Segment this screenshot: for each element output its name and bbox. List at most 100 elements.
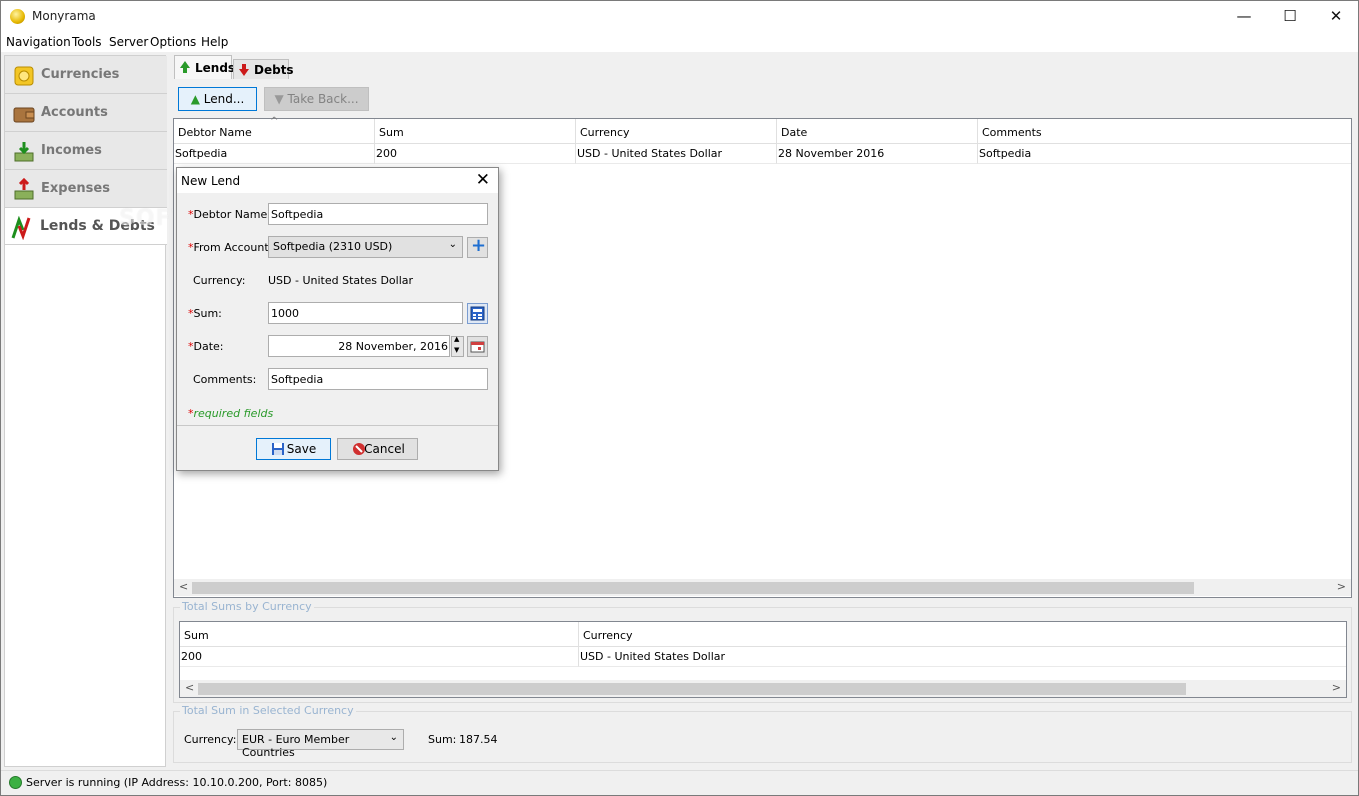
column-header-currency[interactable]: Currency <box>576 119 777 144</box>
date-label: *Date: <box>188 340 224 353</box>
app-coin-icon <box>10 9 25 24</box>
nav-item-incomes[interactable]: Incomes <box>5 132 167 170</box>
app-window: Monyrama — ☐ ✕ Navigation Tools Server O… <box>0 0 1359 796</box>
from-account-label: *From Account: <box>188 241 272 254</box>
debt-arrow-icon <box>239 64 249 76</box>
column-header-sum[interactable]: Sum <box>180 622 579 647</box>
calculator-icon <box>470 306 485 321</box>
expenses-icon <box>14 178 34 200</box>
navigation-sidebar: Currencies Accounts Incomes Expenses Len… <box>4 55 167 767</box>
incomes-icon <box>14 142 34 162</box>
total-selected-currency-group: Total Sum in Selected Currency Currency:… <box>173 704 1352 763</box>
currency-label: Currency: <box>193 274 246 287</box>
column-header-date[interactable]: Date <box>777 119 978 144</box>
menu-navigation[interactable]: Navigation <box>6 35 71 49</box>
table-cell: USD - United States Dollar <box>576 144 777 164</box>
tab-debts[interactable]: Debts <box>233 59 294 79</box>
tab-lends[interactable]: Lends <box>174 55 236 79</box>
sort-ascending-icon: ^ <box>270 116 279 127</box>
nav-label: Currencies <box>41 67 120 82</box>
table-cell: 200 <box>180 647 579 667</box>
lend-button-label: Lend... <box>203 92 245 106</box>
scroll-right-icon[interactable]: > <box>1332 681 1341 694</box>
spin-up-icon[interactable]: ▲ <box>454 335 459 343</box>
lend-button[interactable]: ▲ Lend... <box>178 87 257 111</box>
lend-arrow-icon <box>180 61 190 73</box>
lend-arrow-icon: ▲ <box>190 92 200 106</box>
maximize-button[interactable]: ☐ <box>1267 1 1313 32</box>
group-title: Total Sums by Currency <box>180 600 314 613</box>
dialog-separator <box>177 425 498 426</box>
calculator-button[interactable] <box>467 303 488 324</box>
sum-input[interactable]: 1000 <box>268 302 463 324</box>
floppy-disk-icon <box>272 443 284 455</box>
date-spinner[interactable]: ▲ ▼ <box>451 335 464 357</box>
menu-options[interactable]: Options <box>150 35 196 49</box>
horizontal-scrollbar[interactable]: < > <box>180 680 1346 697</box>
currencies-icon <box>14 66 34 86</box>
date-picker-button[interactable] <box>467 336 488 357</box>
nav-label: Incomes <box>41 143 102 158</box>
currency-value: USD - United States Dollar <box>268 274 414 287</box>
label-text: Date: <box>193 340 224 353</box>
dialog-close-icon[interactable]: ✕ <box>476 170 490 190</box>
nav-label: Expenses <box>41 181 110 196</box>
lends-debts-icon <box>11 216 31 240</box>
calendar-icon <box>470 341 485 353</box>
chevron-down-icon: ⌄ <box>389 732 398 743</box>
comments-input[interactable]: Softpedia <box>268 368 488 390</box>
horizontal-scrollbar[interactable]: < > <box>174 579 1351 596</box>
label-text: Sum: <box>193 307 222 320</box>
table-cell: 28 November 2016 <box>777 144 978 164</box>
scrollbar-thumb[interactable] <box>192 582 1194 594</box>
close-button[interactable]: ✕ <box>1313 1 1359 32</box>
tab-label: Lends <box>195 61 236 75</box>
debtor-name-label: *Debtor Name: <box>188 208 271 221</box>
status-text: Server is running (IP Address: 10.10.0.2… <box>26 776 328 789</box>
nav-label: Accounts <box>41 105 108 120</box>
scroll-left-icon[interactable]: < <box>179 580 188 593</box>
scroll-left-icon[interactable]: < <box>185 681 194 694</box>
totals-by-currency-group: Total Sums by Currency Sum Currency 200 … <box>173 600 1352 703</box>
window-title: Monyrama <box>32 9 96 23</box>
sum-value: 187.54 <box>459 733 498 746</box>
currency-select-value: EUR - Euro Member Countries <box>242 733 350 759</box>
currency-label: Currency: <box>184 733 237 746</box>
column-header-currency[interactable]: Currency <box>579 622 1346 647</box>
menu-help[interactable]: Help <box>201 35 228 49</box>
scrollbar-thumb[interactable] <box>198 683 1186 695</box>
menu-server[interactable]: Server <box>109 35 148 49</box>
add-account-button[interactable]: + <box>467 235 488 258</box>
nav-item-expenses[interactable]: Expenses <box>5 170 167 208</box>
wallet-icon <box>13 107 35 123</box>
debtor-name-input[interactable]: Softpedia <box>268 203 488 225</box>
table-cell: 200 <box>375 144 576 164</box>
column-header-comments[interactable]: Comments <box>978 119 1351 144</box>
take-back-button-label: Take Back... <box>287 92 359 106</box>
save-button[interactable]: Save <box>256 438 331 460</box>
column-header-sum[interactable]: Sum <box>375 119 576 144</box>
nav-item-currencies[interactable]: Currencies <box>5 56 167 94</box>
comments-label: Comments: <box>193 373 257 386</box>
date-input[interactable]: 28 November, 2016 <box>268 335 450 357</box>
sum-label: Sum: <box>428 733 457 746</box>
take-back-button[interactable]: ▼ Take Back... <box>264 87 369 111</box>
cancel-button[interactable]: Cancel <box>337 438 418 460</box>
spin-down-icon[interactable]: ▼ <box>454 346 459 354</box>
menu-tools[interactable]: Tools <box>72 35 102 49</box>
scroll-right-icon[interactable]: > <box>1337 580 1346 593</box>
dialog-title-bar: New Lend ✕ <box>177 168 498 193</box>
note-text: required fields <box>193 407 274 420</box>
minimize-button[interactable]: — <box>1221 1 1267 32</box>
currency-select[interactable]: EUR - Euro Member Countries ⌄ <box>237 729 404 759</box>
table-cell: Softpedia <box>978 144 1351 164</box>
server-running-icon <box>9 776 22 789</box>
status-bar: Server is running (IP Address: 10.10.0.2… <box>1 770 1358 795</box>
nav-item-accounts[interactable]: Accounts <box>5 94 167 132</box>
table-cell: USD - United States Dollar <box>579 647 1346 667</box>
chevron-down-icon: ⌄ <box>448 239 457 250</box>
cancel-icon <box>353 443 365 455</box>
from-account-select[interactable]: Softpedia (2310 USD) ⌄ <box>268 236 463 258</box>
new-lend-dialog: New Lend ✕ *Debtor Name: Softpedia *From… <box>176 167 499 471</box>
required-fields-note: *required fields <box>188 407 273 420</box>
